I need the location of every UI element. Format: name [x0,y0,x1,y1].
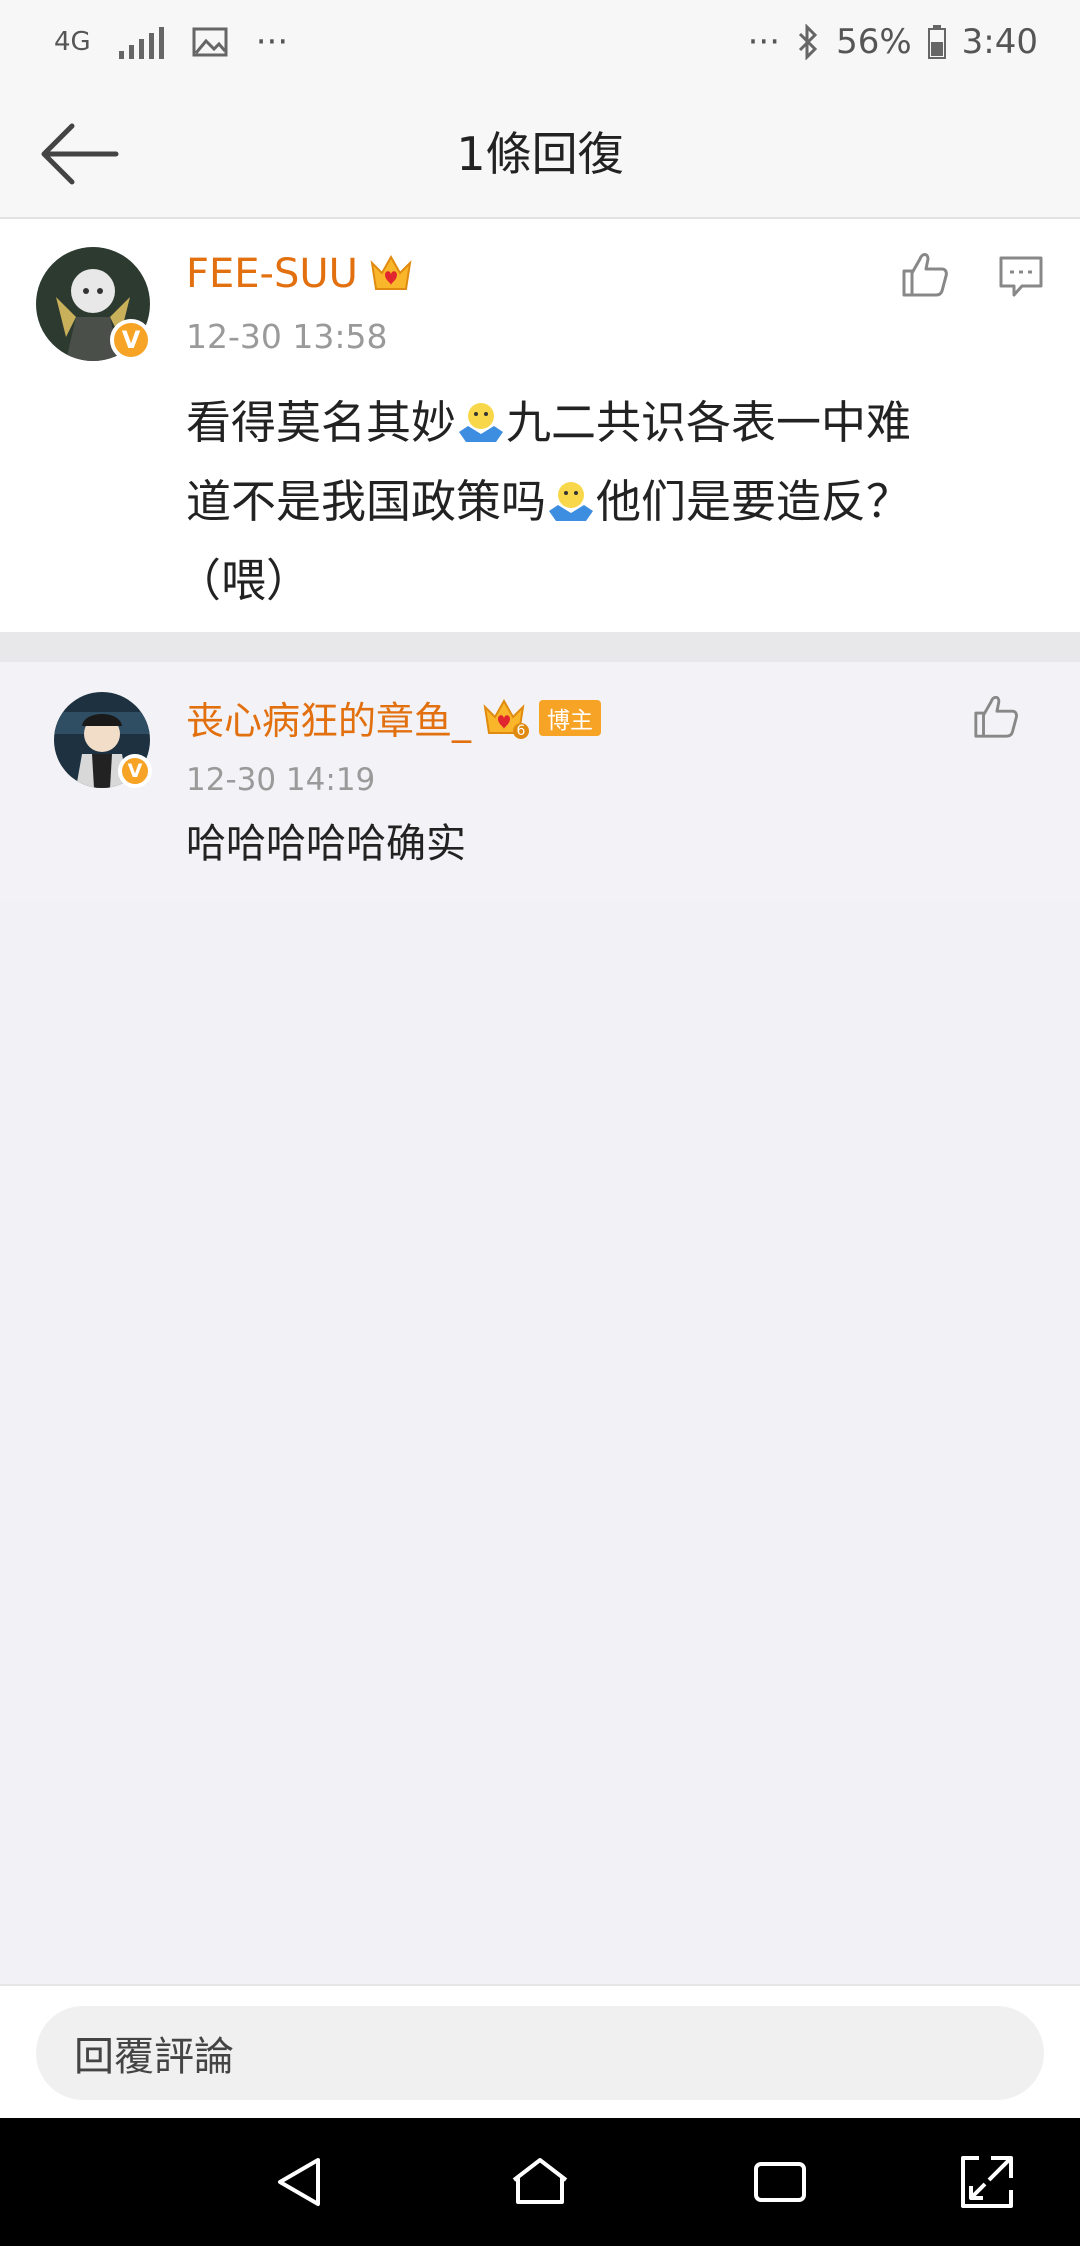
comment-text-segment: 他们是要造反？ [596,475,912,528]
nav-back-icon [278,2158,320,2206]
like-icon [902,253,948,297]
like-button[interactable] [972,692,1020,740]
avatar[interactable]: V [36,247,152,361]
comment-text-segment: （喂） [176,554,312,607]
nav-home-button[interactable] [508,2150,572,2214]
notification-more: ··· [255,22,289,62]
nav-expand-button[interactable] [955,2150,1019,2214]
reply-body: 哈哈哈哈哈确实 [186,821,466,867]
system-navigation-bar [0,2118,1080,2246]
crown-level-icon: 6 [481,697,530,739]
reply-username[interactable]: 丧心病狂的章鱼_ 6 博主 [186,690,602,745]
nav-recents-button[interactable] [748,2150,812,2214]
comment-username[interactable]: FEE-SUU [186,251,414,297]
comment-text-segment: 看得莫名其妙 [186,396,457,449]
reply-item: V 丧心病狂的章鱼_ 6 博主 12-30 14:19 哈哈哈哈哈确实 [0,662,1080,902]
battery-percent: 56% [836,22,912,62]
clock: 3:40 [961,22,1038,62]
comment-text-segment: 九二共识各表一中难 [506,396,912,449]
reply-timestamp: 12-30 14:19 [186,762,376,798]
comment-text-segment: 道不是我国政策吗 [186,475,547,528]
crown-icon [370,254,412,290]
blogger-badge: 博主 [539,699,602,736]
main-comment: V FEE-SUU 12-30 13:58 看得莫名其妙 九二共识各表一中难 道不… [0,219,1080,632]
reply-input-placeholder: 回覆評論 [74,2034,234,2080]
comment-icon [999,256,1043,297]
crown-level-number: 6 [513,722,530,739]
comment-body: 看得莫名其妙 九二共识各表一中难 道不是我国政策吗 他们是要造反？ （喂） [176,383,1006,620]
username-label: FEE-SUU [186,251,358,297]
bluetooth-icon [796,24,820,60]
page-title: 1條回復 [456,127,624,181]
nav-home-icon [512,2158,568,2204]
nav-recents-icon [754,2162,806,2202]
status-bar: 4G ··· ··· 56% 3:40 [0,0,1080,90]
navigation-bar: 1條回復 [0,90,1080,219]
shrug-emoji-icon [459,403,504,442]
status-more: ··· [747,22,781,62]
reply-comment-input[interactable]: 回覆評論 [36,2006,1044,2100]
section-divider [0,632,1080,662]
battery-icon [927,25,946,59]
signal-icon [118,25,164,59]
reply-button[interactable] [998,253,1044,299]
nav-expand-icon [961,2156,1013,2208]
network-type: 4G [54,27,91,57]
reply-input-bar: 回覆評論 [0,1984,1080,2120]
comment-timestamp: 12-30 13:58 [186,317,388,356]
verified-badge: V [110,319,152,361]
like-icon [974,695,1018,738]
image-icon [192,27,228,57]
avatar[interactable]: V [54,692,152,788]
like-button[interactable] [900,249,950,299]
username-label: 丧心病狂的章鱼_ [186,699,472,743]
shrug-emoji-icon [549,482,594,521]
verified-badge: V [118,754,152,788]
nav-back-button[interactable] [270,2150,334,2214]
